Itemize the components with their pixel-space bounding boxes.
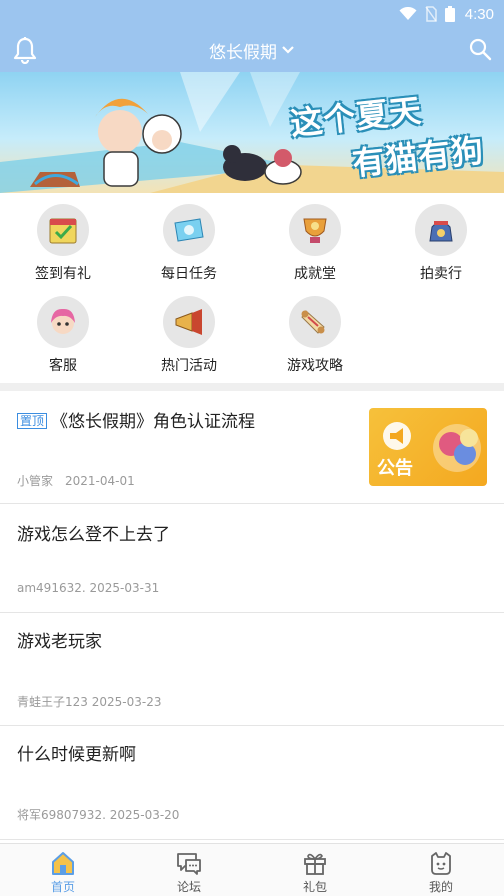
announcement-thumbnail: 公告 (369, 408, 487, 486)
post-title: 游戏老玩家 (17, 632, 102, 652)
gift-icon (304, 853, 326, 875)
daily-task-ticket-icon (163, 204, 215, 256)
post-title: 什么时候更新啊 (17, 745, 136, 765)
post-title: 置顶 《悠长假期》角色认证流程 (17, 407, 255, 432)
auction-bag-icon (415, 204, 467, 256)
post-title-text: 《悠长假期》角色认证流程 (51, 412, 256, 432)
post-item-pinned[interactable]: 置顶 《悠长假期》角色认证流程 小管家 2021-04-01 公告 (0, 391, 504, 504)
quick-label: 每日任务 (161, 266, 217, 282)
quick-label: 客服 (49, 358, 77, 374)
tab-forum[interactable]: 论坛 (126, 844, 252, 896)
quick-item-game-guide[interactable]: 游戏攻略 (252, 285, 378, 375)
no-sim-icon (425, 6, 437, 22)
post-item[interactable]: 游戏怎么登不上去了 am491632. 2025-03-31 (0, 504, 504, 613)
app-header: 悠长假期 (0, 28, 504, 72)
quick-item-daily-task[interactable]: 每日任务 (126, 193, 252, 283)
quick-menu: 签到有礼 每日任务 成就堂 拍卖行 客服 热门活动 游戏攻略 (0, 193, 504, 383)
section-divider (0, 383, 504, 391)
tab-home[interactable]: 首页 (0, 844, 126, 896)
battery-icon (444, 6, 455, 22)
post-meta: 将军69807932. 2025-03-20 (17, 808, 180, 822)
quick-item-auction[interactable]: 拍卖行 (378, 193, 504, 283)
search-icon[interactable] (468, 37, 492, 61)
game-selector[interactable]: 悠长假期 (0, 28, 504, 72)
quick-label: 游戏攻略 (287, 358, 343, 374)
chevron-down-icon (282, 46, 294, 54)
promo-banner[interactable]: 这个夏天 有猫有狗 (0, 72, 504, 193)
tab-label: 礼包 (302, 880, 327, 894)
trumpet-event-icon (163, 296, 215, 348)
post-meta: 青蛙王子123 2025-03-23 (17, 695, 162, 709)
quick-label: 拍卖行 (420, 266, 462, 282)
post-meta: am491632. 2025-03-31 (17, 581, 160, 595)
achievement-trophy-icon (289, 204, 341, 256)
home-icon (52, 852, 74, 875)
post-item[interactable]: 什么时候更新啊 将军69807932. 2025-03-20 (0, 726, 504, 840)
status-time: 4:30 (464, 5, 494, 23)
tab-label: 首页 (50, 880, 75, 894)
profile-icon (431, 852, 451, 875)
quick-item-customer-service[interactable]: 客服 (0, 285, 126, 375)
pinned-badge: 置顶 (17, 413, 48, 429)
post-meta: 小管家 2021-04-01 (17, 474, 135, 488)
status-icons: 4:30 (399, 4, 494, 24)
quick-item-checkin[interactable]: 签到有礼 (0, 193, 126, 283)
tab-label: 我的 (428, 880, 453, 894)
bottom-tab-bar: 首页 论坛 礼包 我的 (0, 843, 504, 896)
quick-item-achievement[interactable]: 成就堂 (252, 193, 378, 283)
post-title: 游戏怎么登不上去了 (17, 525, 170, 545)
quick-label: 签到有礼 (35, 266, 91, 282)
customer-service-avatar-icon (37, 296, 89, 348)
page-title: 悠长假期 (209, 42, 277, 63)
quick-label: 成就堂 (294, 266, 336, 282)
tab-profile[interactable]: 我的 (378, 844, 504, 896)
post-item[interactable]: 游戏老玩家 青蛙王子123 2025-03-23 (0, 613, 504, 726)
forum-chat-icon (177, 853, 201, 875)
status-bar: 4:30 (0, 0, 504, 28)
quick-label: 热门活动 (161, 358, 217, 374)
tab-gifts[interactable]: 礼包 (252, 844, 378, 896)
wifi-icon (399, 7, 417, 20)
thumbnail-label: 公告 (377, 458, 413, 479)
scroll-guide-icon (289, 296, 341, 348)
quick-item-hot-events[interactable]: 热门活动 (126, 285, 252, 375)
checkin-calendar-icon (37, 204, 89, 256)
tab-label: 论坛 (176, 880, 201, 894)
